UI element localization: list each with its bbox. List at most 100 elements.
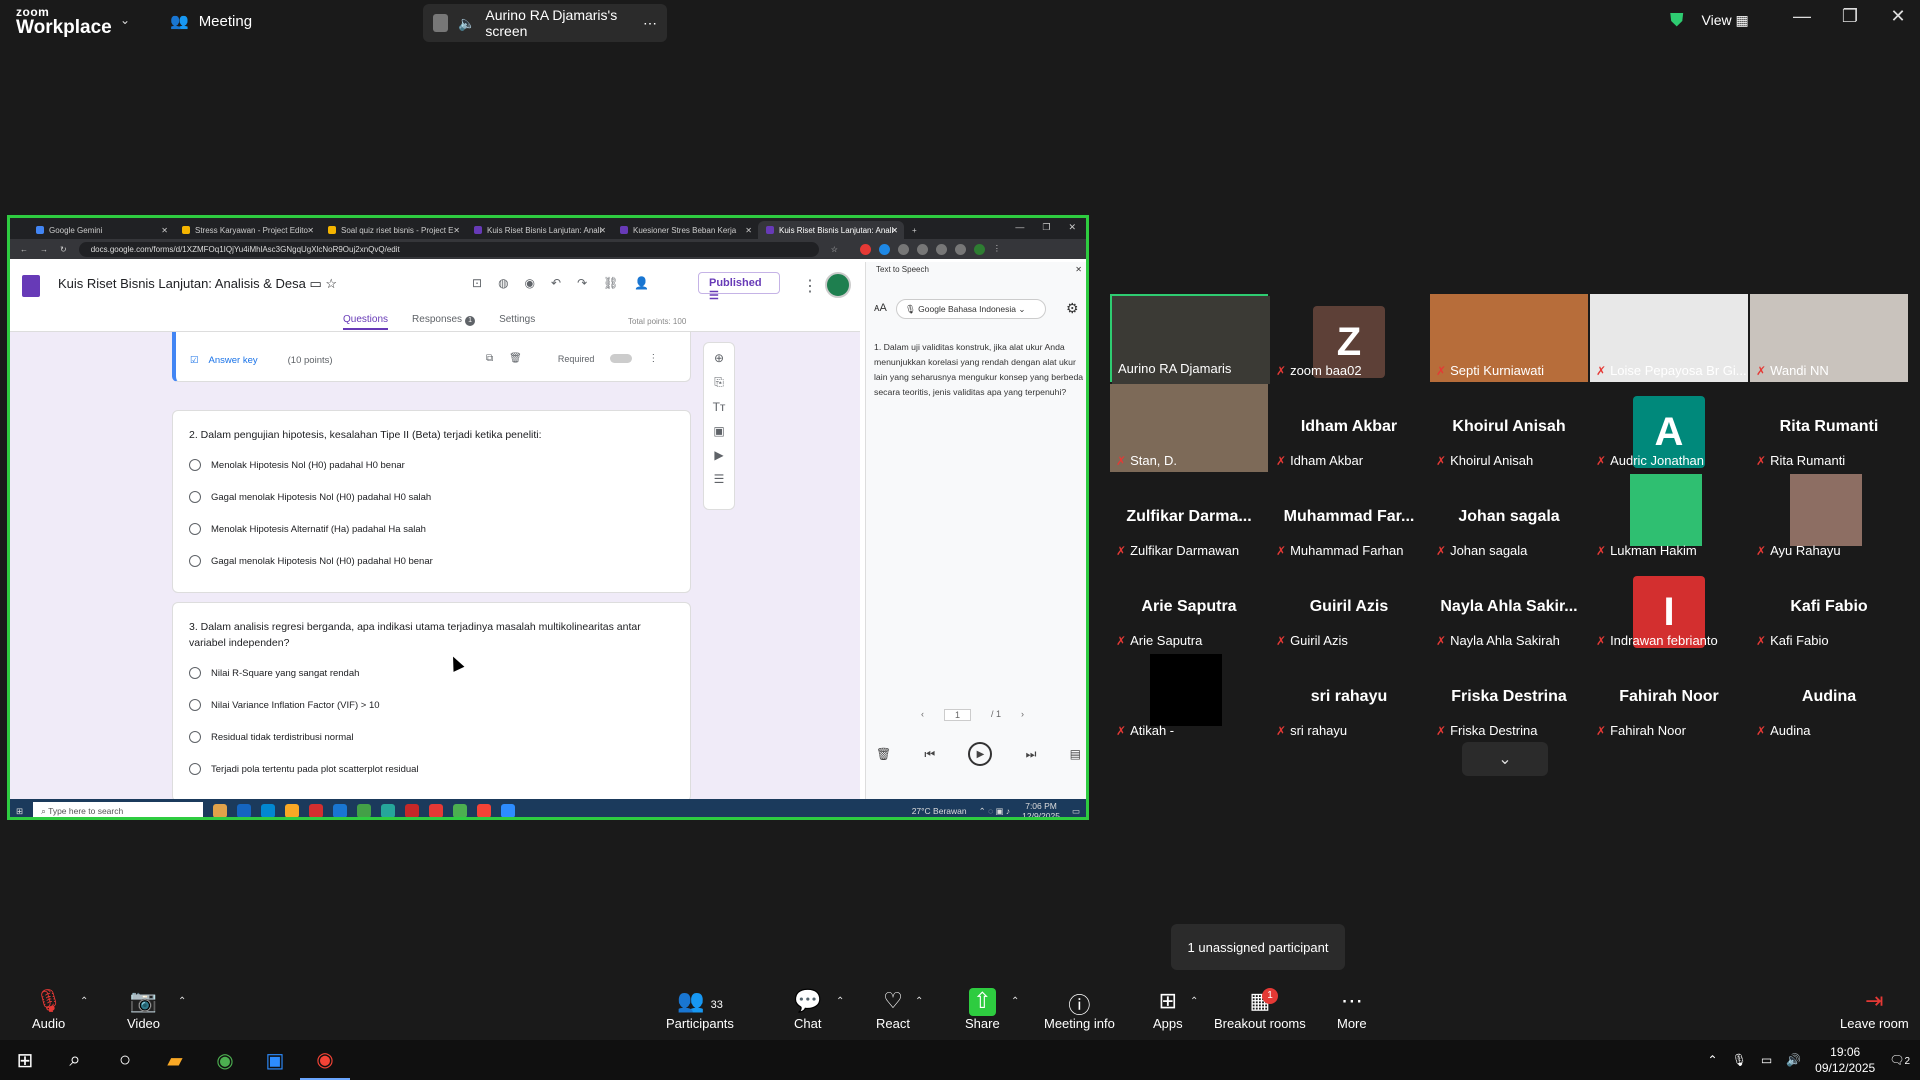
page-number[interactable]: 1 bbox=[944, 709, 972, 721]
user-avatar[interactable] bbox=[825, 272, 851, 298]
import-questions-icon[interactable]: ⎘ bbox=[714, 375, 724, 390]
browser-tab-active[interactable]: Kuis Riset Bisnis Lanjutan: Anali ✕ bbox=[758, 221, 904, 239]
app-icon[interactable] bbox=[261, 804, 276, 817]
form-title[interactable]: Kuis Riset Bisnis Lanjutan: Analisis & D… bbox=[58, 276, 337, 292]
search-icon[interactable]: ⌕ bbox=[50, 1040, 100, 1080]
meeting-info-button[interactable]: ⓘ Meeting info bbox=[1044, 988, 1115, 1031]
radio-button[interactable] bbox=[189, 523, 201, 535]
leave-room-button[interactable]: ⇥ Leave room bbox=[1840, 988, 1909, 1031]
restore-icon[interactable]: ❐ bbox=[1042, 222, 1050, 233]
chrome-icon[interactable]: ◉ bbox=[300, 1040, 350, 1080]
tab-settings[interactable]: Settings bbox=[499, 314, 535, 330]
app-icon[interactable] bbox=[285, 804, 300, 817]
minimize-icon[interactable]: — bbox=[1790, 6, 1814, 27]
apps-button[interactable]: ⊞ Apps bbox=[1153, 988, 1183, 1031]
preview-icon[interactable]: ◉ bbox=[525, 276, 535, 290]
chrome-icon[interactable] bbox=[477, 804, 492, 817]
video-button[interactable]: 📷 Video bbox=[127, 988, 160, 1031]
app-icon[interactable] bbox=[309, 804, 324, 817]
browser-tab[interactable]: Kuis Riset Bisnis Lanjutan: Anali ✕ bbox=[466, 221, 612, 239]
share-options-caret[interactable]: ⌃ bbox=[1011, 996, 1019, 1007]
folder-icon[interactable]: ▭ bbox=[309, 276, 321, 291]
duplicate-icon[interactable]: ⧉ bbox=[486, 353, 493, 364]
notification-icon[interactable]: ▭ bbox=[1072, 806, 1080, 817]
participant-tile[interactable]: ✗ Wandi NN bbox=[1750, 294, 1908, 382]
participant-tile[interactable]: Muhammad Far... ✗ Muhammad Farhan bbox=[1270, 474, 1428, 562]
tab-questions[interactable]: Questions bbox=[343, 314, 389, 330]
option[interactable]: Gagal menolak Hipotesis Nol (H0) padahal… bbox=[173, 545, 690, 577]
radio-button[interactable] bbox=[189, 667, 201, 679]
extension-icon[interactable] bbox=[916, 243, 928, 255]
add-title-icon[interactable]: Tт bbox=[713, 400, 726, 414]
back-icon[interactable]: ← bbox=[20, 245, 28, 254]
tab-close-icon[interactable]: ✕ bbox=[453, 226, 460, 235]
tab-close-icon[interactable]: ✕ bbox=[891, 226, 898, 235]
option[interactable]: Nilai Variance Inflation Factor (VIF) > … bbox=[173, 689, 690, 721]
add-question-icon[interactable]: ⊕ bbox=[714, 351, 724, 365]
extension-icon[interactable] bbox=[897, 243, 909, 255]
participant-tile[interactable]: Kafi Fabio ✗ Kafi Fabio bbox=[1750, 564, 1908, 652]
menu-icon[interactable]: ⋮ bbox=[993, 244, 1004, 255]
audio-button[interactable]: 🎙 Audio bbox=[32, 988, 65, 1031]
volume-icon[interactable]: 🔊 bbox=[1786, 1053, 1801, 1067]
redo-icon[interactable]: ↷ bbox=[577, 276, 587, 290]
browser-tab[interactable]: Kuesioner Stres Beban Kerja ✕ bbox=[612, 221, 758, 239]
mic-icon[interactable]: 🎙 bbox=[1732, 1053, 1747, 1067]
zoom-icon[interactable] bbox=[501, 804, 516, 817]
required-toggle[interactable] bbox=[610, 354, 633, 363]
apps-options-caret[interactable]: ⌃ bbox=[1190, 996, 1198, 1007]
radio-button[interactable] bbox=[189, 555, 201, 567]
option[interactable]: Terjadi pola tertentu pada plot scatterp… bbox=[173, 753, 690, 785]
bookmark-star-icon[interactable]: ☆ bbox=[831, 245, 838, 254]
windows-start-icon[interactable]: ⊞ bbox=[16, 806, 23, 817]
add-image-icon[interactable]: ▣ bbox=[713, 424, 724, 438]
radio-button[interactable] bbox=[189, 491, 201, 503]
radio-button[interactable] bbox=[189, 459, 201, 471]
system-clock[interactable]: 19:06 09/12/2025 bbox=[1815, 1044, 1875, 1076]
app-icon[interactable] bbox=[333, 804, 348, 817]
add-video-icon[interactable]: ▶ bbox=[714, 448, 723, 462]
forward-icon[interactable]: → bbox=[40, 245, 48, 254]
participant-tile[interactable]: sri rahayu ✗ sri rahayu bbox=[1270, 654, 1428, 742]
tray-overflow-icon[interactable]: ⌃ bbox=[1708, 1053, 1718, 1067]
trash-icon[interactable]: 🗑 bbox=[876, 747, 891, 761]
more-options-icon[interactable]: ⋯ bbox=[643, 15, 657, 32]
gallery-next-button[interactable]: ⌄ bbox=[1462, 742, 1548, 776]
tab-close-icon[interactable]: ✕ bbox=[745, 226, 752, 235]
task-view-icon[interactable]: ○ bbox=[100, 1040, 150, 1080]
reload-icon[interactable]: ↻ bbox=[60, 245, 67, 254]
link-icon[interactable]: ⛓ bbox=[603, 276, 618, 290]
document-icon[interactable]: ▤ bbox=[1070, 747, 1081, 761]
published-button[interactable]: Published ☰ bbox=[698, 272, 780, 302]
participant-tile[interactable]: Audina ✗ Audina bbox=[1750, 654, 1908, 742]
tab-responses[interactable]: Responses 1 bbox=[412, 314, 476, 330]
option[interactable]: Gagal menolak Hipotesis Nol (H0) padahal… bbox=[173, 481, 690, 513]
participant-tile[interactable]: A ✗ Audric Jonathan bbox=[1590, 384, 1748, 472]
minimize-icon[interactable]: — bbox=[1015, 222, 1024, 233]
chat-options-caret[interactable]: ⌃ bbox=[836, 996, 844, 1007]
skip-forward-icon[interactable]: ⏭ bbox=[1026, 747, 1037, 762]
option[interactable]: Residual tidak terdistribusi normal bbox=[173, 721, 690, 753]
inner-clock[interactable]: 7:06 PM 12/9/2025 bbox=[1022, 801, 1060, 817]
network-icon[interactable]: ▭ bbox=[1761, 1053, 1772, 1067]
react-options-caret[interactable]: ⌃ bbox=[915, 996, 923, 1007]
chrome-icon[interactable]: ◉ bbox=[200, 1040, 250, 1080]
participant-tile[interactable]: Zulfikar Darma... ✗ Zulfikar Darmawan bbox=[1110, 474, 1268, 562]
zoom-app-icon[interactable]: ▣ bbox=[250, 1040, 300, 1080]
settings-gear-icon[interactable]: ⚙ bbox=[1066, 300, 1079, 317]
search-box[interactable]: ⌕ Type here to search bbox=[33, 802, 204, 817]
chrome-icon[interactable] bbox=[453, 804, 468, 817]
option[interactable]: Menolak Hipotesis Nol (H0) padahal H0 be… bbox=[173, 449, 690, 481]
browser-tab[interactable]: Soal quiz riset bisnis - Project E ✕ bbox=[320, 221, 466, 239]
participant-tile[interactable]: ✗ Ayu Rahayu bbox=[1750, 474, 1908, 562]
breakout-rooms-button[interactable]: ▦ Breakout rooms bbox=[1214, 988, 1306, 1031]
participant-tile[interactable]: Idham Akbar ✗ Idham Akbar bbox=[1270, 384, 1428, 472]
answer-key-link[interactable]: Answer key bbox=[209, 355, 258, 366]
addon-icon[interactable]: ⊡ bbox=[472, 276, 482, 290]
share-button[interactable]: ⇧ Share bbox=[965, 988, 1000, 1031]
extension-icon[interactable] bbox=[859, 243, 871, 255]
app-icon[interactable] bbox=[381, 804, 396, 817]
palette-icon[interactable]: ◍ bbox=[498, 276, 508, 290]
next-page-icon[interactable]: › bbox=[1021, 709, 1024, 721]
star-icon[interactable]: ☆ bbox=[325, 276, 337, 291]
